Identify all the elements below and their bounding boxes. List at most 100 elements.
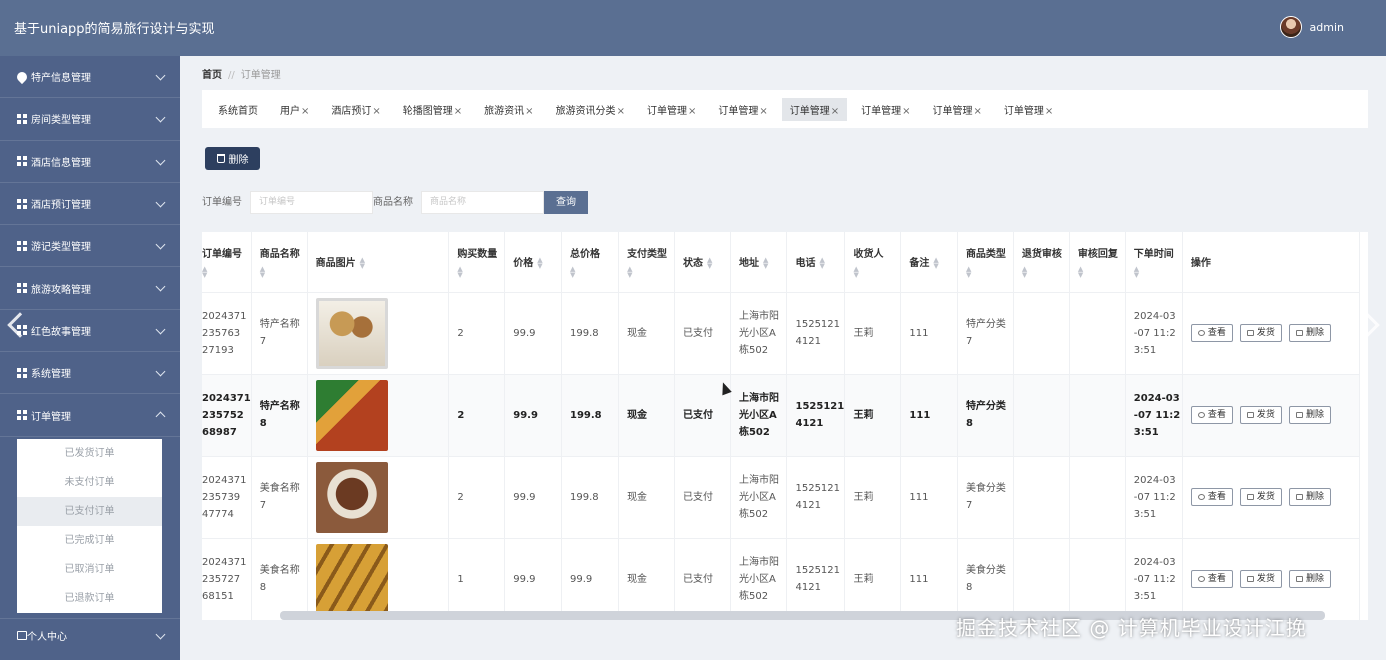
close-icon[interactable]: × bbox=[902, 106, 910, 117]
col-return-review[interactable]: 退货审核 ▲ ▼ bbox=[1013, 232, 1070, 292]
product-image[interactable] bbox=[315, 379, 388, 451]
tab-travel-news[interactable]: 旅游资讯× bbox=[476, 98, 541, 121]
submenu-cancelled[interactable]: 已取消订单 bbox=[17, 555, 162, 584]
delete-row-button[interactable]: 删除 bbox=[1288, 488, 1331, 506]
col-order-no[interactable]: 订单编号 ▲ ▼ bbox=[202, 232, 252, 292]
breadcrumb-home[interactable]: 首页 bbox=[202, 70, 222, 81]
submenu-shipped[interactable]: 已发货订单 bbox=[17, 439, 162, 468]
sidebar-item-red-story[interactable]: 红色故事管理 bbox=[0, 310, 180, 353]
ship-button[interactable]: 发货 bbox=[1239, 488, 1282, 506]
delete-row-button[interactable]: 删除 bbox=[1288, 406, 1331, 424]
col-phone[interactable]: 电话 ▲ ▼ bbox=[786, 232, 846, 292]
sidebar-item-room-type[interactable]: 房间类型管理 bbox=[0, 98, 180, 141]
product-image[interactable] bbox=[315, 543, 388, 615]
sidebar-item-orders[interactable]: 订单管理 bbox=[0, 394, 180, 437]
submenu-unpaid[interactable]: 未支付订单 bbox=[17, 468, 162, 497]
product-image[interactable] bbox=[315, 461, 388, 533]
submenu-paid[interactable]: 已支付订单 bbox=[17, 497, 162, 526]
col-status[interactable]: 状态 ▲ ▼ bbox=[674, 232, 731, 292]
close-icon[interactable]: × bbox=[372, 106, 380, 117]
ship-button[interactable]: 发货 bbox=[1239, 406, 1282, 424]
sort-icon[interactable]: ▲ ▼ bbox=[966, 266, 1013, 279]
table-row[interactable]: 2024371 235752 68987 特产名称 8 2 99.9 199.8 现金… bbox=[202, 373, 1361, 456]
sort-icon[interactable]: ▲ ▼ bbox=[1022, 266, 1069, 279]
close-icon[interactable]: × bbox=[1045, 106, 1053, 117]
delete-button[interactable]: 删除 bbox=[205, 147, 260, 170]
tab-user[interactable]: 用户× bbox=[272, 98, 317, 121]
product-name-input[interactable]: 商品名称 bbox=[421, 191, 544, 214]
sort-icon[interactable]: ▲ ▼ bbox=[457, 266, 504, 279]
col-receiver[interactable]: 收货人 ▲ ▼ bbox=[844, 232, 902, 292]
close-icon[interactable]: × bbox=[617, 106, 625, 117]
table-row[interactable]: 2024371 235739 47774 美食名称 7 2 99.9 199.8 现金… bbox=[202, 455, 1361, 538]
close-icon[interactable]: × bbox=[831, 106, 839, 117]
ship-button[interactable]: 发货 bbox=[1239, 324, 1282, 342]
close-icon[interactable]: × bbox=[974, 106, 982, 117]
sort-icon[interactable]: ▲ ▼ bbox=[537, 257, 542, 270]
sort-icon[interactable]: ▲ ▼ bbox=[707, 257, 712, 270]
sort-icon[interactable]: ▲ ▼ bbox=[853, 266, 900, 279]
tab-orders-6[interactable]: 订单管理× bbox=[996, 98, 1061, 121]
sort-icon[interactable]: ▲ ▼ bbox=[627, 266, 674, 279]
close-icon[interactable]: × bbox=[301, 106, 309, 117]
sort-icon[interactable]: ▲ ▼ bbox=[570, 266, 618, 279]
submenu-refunded[interactable]: 已退款订单 bbox=[17, 584, 162, 613]
sort-icon[interactable]: ▲ ▼ bbox=[763, 257, 768, 270]
delete-row-button[interactable]: 删除 bbox=[1288, 324, 1331, 342]
col-remark[interactable]: 备注 ▲ ▼ bbox=[900, 232, 958, 292]
col-pay-type[interactable]: 支付类型 ▲ ▼ bbox=[618, 232, 676, 292]
sidebar-item-guide[interactable]: 旅游攻略管理 bbox=[0, 267, 180, 310]
col-product-type[interactable]: 商品类型 ▲ ▼ bbox=[957, 232, 1014, 292]
tab-orders-5[interactable]: 订单管理× bbox=[925, 98, 990, 121]
close-icon[interactable]: × bbox=[525, 106, 533, 117]
close-icon[interactable]: × bbox=[454, 106, 462, 117]
close-icon[interactable]: × bbox=[759, 106, 767, 117]
tab-hotel-booking[interactable]: 酒店预订× bbox=[323, 98, 388, 121]
query-button[interactable]: 查询 bbox=[544, 191, 588, 214]
avatar[interactable] bbox=[1279, 16, 1302, 38]
table-row[interactable]: 2024371 235727 68151 美食名称 8 1 99.9 99.9 现金 … bbox=[202, 537, 1361, 620]
sort-icon[interactable]: ▲ ▼ bbox=[1078, 266, 1125, 279]
col-product-name[interactable]: 商品名称 ▲ ▼ bbox=[251, 232, 308, 292]
tab-news-category[interactable]: 旅游资讯分类× bbox=[548, 98, 633, 121]
sort-icon[interactable]: ▲ ▼ bbox=[360, 257, 365, 270]
username[interactable]: admin bbox=[1310, 21, 1344, 34]
product-image[interactable] bbox=[315, 297, 388, 369]
tab-carousel[interactable]: 轮播图管理× bbox=[395, 98, 470, 121]
sidebar-item-travelogue-type[interactable]: 游记类型管理 bbox=[0, 225, 180, 268]
sidebar-item-profile[interactable]: 个人中心 bbox=[0, 618, 180, 652]
sidebar-item-hotel-booking[interactable]: 酒店预订管理 bbox=[0, 183, 180, 226]
close-icon[interactable]: × bbox=[688, 106, 696, 117]
sort-icon[interactable]: ▲ ▼ bbox=[819, 257, 824, 270]
tab-orders-1[interactable]: 订单管理× bbox=[639, 98, 704, 121]
tab-orders-4[interactable]: 订单管理× bbox=[853, 98, 918, 121]
submenu-completed[interactable]: 已完成订单 bbox=[17, 526, 162, 555]
order-no-input[interactable]: 订单编号 bbox=[250, 191, 373, 214]
col-address[interactable]: 地址 ▲ ▼ bbox=[730, 232, 788, 292]
col-price[interactable]: 价格 ▲ ▼ bbox=[504, 232, 562, 292]
col-product-image[interactable]: 商品图片 ▲ ▼ bbox=[307, 232, 450, 292]
col-order-time[interactable]: 下单时间 ▲ ▼ bbox=[1125, 232, 1183, 292]
view-button[interactable]: 查看 bbox=[1190, 570, 1233, 589]
view-button[interactable]: 查看 bbox=[1190, 324, 1233, 342]
ship-button[interactable]: 发货 bbox=[1239, 570, 1282, 589]
sidebar-item-specialty[interactable]: 特产信息管理 bbox=[0, 56, 180, 99]
view-button[interactable]: 查看 bbox=[1190, 406, 1233, 424]
user-menu[interactable]: admin bbox=[1279, 16, 1344, 38]
sort-icon[interactable]: ▲ ▼ bbox=[1134, 266, 1182, 279]
tab-home[interactable]: 系统首页 bbox=[210, 98, 266, 121]
sort-icon[interactable]: ▲ ▼ bbox=[933, 257, 938, 270]
col-total[interactable]: 总价格 ▲ ▼ bbox=[561, 232, 620, 292]
col-quantity[interactable]: 购买数量 ▲ ▼ bbox=[448, 232, 506, 292]
tab-orders-active[interactable]: 订单管理× bbox=[781, 97, 848, 121]
delete-row-button[interactable]: 删除 bbox=[1288, 570, 1331, 589]
table-row[interactable]: 2024371 235763 27193 特产名称 7 2 99.9 199.8 现金… bbox=[202, 291, 1361, 374]
sort-icon[interactable]: ▲ ▼ bbox=[202, 266, 251, 279]
view-button[interactable]: 查看 bbox=[1190, 488, 1233, 506]
col-review-reply[interactable]: 审核回复 ▲ ▼ bbox=[1069, 232, 1126, 292]
tab-orders-2[interactable]: 订单管理× bbox=[710, 98, 775, 121]
cell-product-image bbox=[307, 537, 450, 620]
sidebar-item-system[interactable]: 系统管理 bbox=[0, 352, 180, 395]
sidebar-item-hotel-info[interactable]: 酒店信息管理 bbox=[0, 141, 180, 183]
sort-icon[interactable]: ▲ ▼ bbox=[260, 266, 307, 279]
